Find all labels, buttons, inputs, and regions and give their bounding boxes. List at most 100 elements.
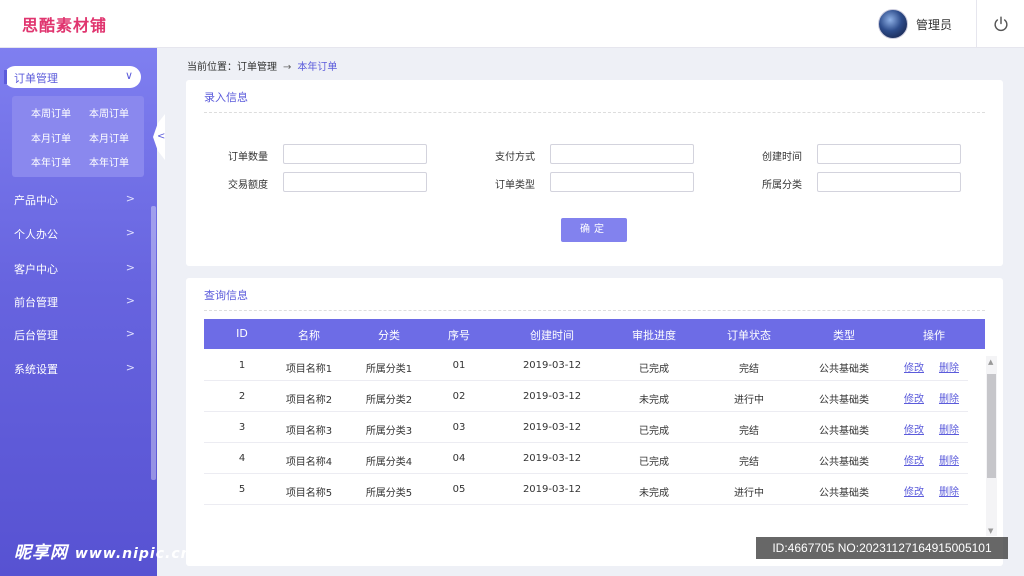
scrollbar-thumb[interactable] — [987, 374, 996, 478]
sidebar-item-products[interactable]: 产品中心 > — [14, 192, 139, 208]
cell-progress: 已完成 — [639, 426, 669, 437]
sidebar-item-label: 前台管理 — [14, 296, 58, 309]
cell-progress: 已完成 — [639, 364, 669, 375]
sidebar-item-backend[interactable]: 后台管理 > — [14, 327, 139, 343]
sidebar-item-label: 订单管理 — [14, 72, 58, 85]
cell-status: 完结 — [739, 457, 759, 468]
edit-link[interactable]: 修改 — [904, 452, 924, 467]
chevron-right-icon: > — [125, 294, 135, 307]
edit-link[interactable]: 修改 — [904, 390, 924, 405]
column-header[interactable]: 序号 — [434, 327, 484, 343]
field-label: 订单类型 — [495, 180, 535, 191]
delete-link[interactable]: 删除 — [939, 483, 959, 498]
scroll-down-icon[interactable]: ▼ — [988, 527, 993, 535]
transaction-amount-input[interactable] — [283, 172, 427, 192]
sidebar-item-frontend[interactable]: 前台管理 > — [14, 294, 139, 310]
table-header: ID 名称 分类 序号 创建时间 审批进度 订单状态 类型 操作 — [204, 319, 985, 349]
cell-type: 公共基础类 — [819, 457, 869, 468]
sidebar-item-settings[interactable]: 系统设置 > — [14, 361, 139, 377]
sidebar-scrollbar[interactable] — [151, 206, 156, 480]
column-header[interactable]: ID — [222, 327, 262, 340]
column-header[interactable]: 操作 — [894, 327, 974, 343]
confirm-button[interactable]: 确定 — [561, 218, 627, 242]
cell-category: 所属分类5 — [365, 488, 413, 499]
sidebar-item-label: 系统设置 — [14, 363, 58, 376]
delete-link[interactable]: 删除 — [939, 452, 959, 467]
submenu-item-month[interactable]: 本月订单 — [80, 130, 138, 145]
cell-seq: 02 — [452, 391, 466, 402]
user-menu[interactable]: 管理员 — [877, 9, 952, 39]
cell-created: 2019-03-12 — [522, 391, 582, 402]
chevron-right-icon: > — [125, 226, 135, 239]
username[interactable]: 管理员 — [916, 16, 952, 33]
order-quantity-input[interactable] — [283, 144, 427, 164]
column-header[interactable]: 订单状态 — [709, 327, 789, 343]
submenu-item-year[interactable]: 本年订单 — [22, 154, 80, 169]
cell-id: 1 — [238, 360, 246, 371]
cell-type: 公共基础类 — [819, 364, 869, 375]
cell-status: 进行中 — [734, 395, 764, 406]
table-row: 5 项目名称5 所属分类5 05 2019-03-12 未完成 进行中 公共基础类 修改 删除 — [204, 474, 968, 505]
column-header[interactable]: 创建时间 — [502, 327, 602, 343]
cell-name: 项目名称4 — [285, 457, 333, 468]
category-input[interactable] — [817, 172, 961, 192]
payment-method-input[interactable] — [550, 144, 694, 164]
delete-link[interactable]: 删除 — [939, 421, 959, 436]
panel-title: 录入信息 — [204, 91, 248, 104]
cell-name: 项目名称2 — [285, 395, 333, 406]
cell-seq: 01 — [452, 360, 466, 371]
cell-progress: 未完成 — [639, 395, 669, 406]
sidebar-item-label: 个人办公 — [14, 228, 58, 241]
cell-seq: 05 — [452, 484, 466, 495]
orders-submenu: 本周订单 本周订单 本月订单 本月订单 本年订单 本年订单 — [12, 96, 144, 177]
logout-button[interactable] — [976, 0, 1024, 48]
column-header[interactable]: 名称 — [274, 327, 344, 343]
entry-panel: 录入信息 订单数量 支付方式 创建时间 交易额度 订单类型 所属分类 确定 — [186, 80, 1003, 266]
delete-link[interactable]: 删除 — [939, 359, 959, 374]
field-label: 交易额度 — [228, 180, 268, 191]
breadcrumb-parent[interactable]: 订单管理 — [237, 62, 277, 73]
cell-status: 完结 — [739, 364, 759, 375]
chevron-right-icon: > — [125, 327, 135, 340]
edit-link[interactable]: 修改 — [904, 359, 924, 374]
cell-created: 2019-03-12 — [522, 422, 582, 433]
cell-category: 所属分类1 — [365, 364, 413, 375]
table-row: 2 项目名称2 所属分类2 02 2019-03-12 未完成 进行中 公共基础类 修改 删除 — [204, 381, 968, 412]
edit-link[interactable]: 修改 — [904, 421, 924, 436]
chevron-left-icon: < — [157, 131, 166, 142]
order-type-input[interactable] — [550, 172, 694, 192]
sidebar: 订单管理 ∨ 本周订单 本周订单 本月订单 本月订单 本年订单 本年订单 产品中… — [0, 48, 157, 576]
sidebar-item-customers[interactable]: 客户中心 > — [14, 261, 139, 277]
app-logo[interactable]: 思酷素材铺 — [22, 12, 107, 36]
field-label: 订单数量 — [228, 152, 268, 163]
sidebar-item-office[interactable]: 个人办公 > — [14, 226, 139, 242]
submenu-item-week[interactable]: 本周订单 — [22, 105, 80, 120]
field-label: 创建时间 — [762, 152, 802, 163]
field-label: 支付方式 — [495, 152, 535, 163]
delete-link[interactable]: 删除 — [939, 390, 959, 405]
submenu-item-month[interactable]: 本月订单 — [22, 130, 80, 145]
field-label: 所属分类 — [762, 180, 802, 191]
created-time-input[interactable] — [817, 144, 961, 164]
chevron-down-icon: ∨ — [124, 69, 133, 82]
cell-progress: 已完成 — [639, 457, 669, 468]
cell-seq: 04 — [452, 453, 466, 464]
divider — [204, 310, 985, 311]
column-header[interactable]: 审批进度 — [614, 327, 694, 343]
chevron-right-icon: > — [125, 261, 135, 274]
sidebar-item-orders[interactable]: 订单管理 ∨ — [4, 66, 141, 88]
submenu-item-year[interactable]: 本年订单 — [80, 154, 138, 169]
avatar[interactable] — [877, 9, 908, 39]
column-header[interactable]: 分类 — [354, 327, 424, 343]
submenu-item-week[interactable]: 本周订单 — [80, 105, 138, 120]
image-id-badge: ID:4667705 NO:20231127164915005101 — [756, 537, 1008, 559]
table-scrollbar[interactable]: ▲ ▼ — [986, 356, 997, 536]
cell-status: 完结 — [739, 426, 759, 437]
edit-link[interactable]: 修改 — [904, 483, 924, 498]
column-header[interactable]: 类型 — [804, 327, 884, 343]
active-indicator — [4, 70, 7, 84]
scroll-up-icon[interactable]: ▲ — [988, 358, 993, 366]
table-row: 1 项目名称1 所属分类1 01 2019-03-12 已完成 完结 公共基础类 修改 删除 — [204, 350, 968, 381]
cell-progress: 未完成 — [639, 488, 669, 499]
cell-category: 所属分类3 — [365, 426, 413, 437]
